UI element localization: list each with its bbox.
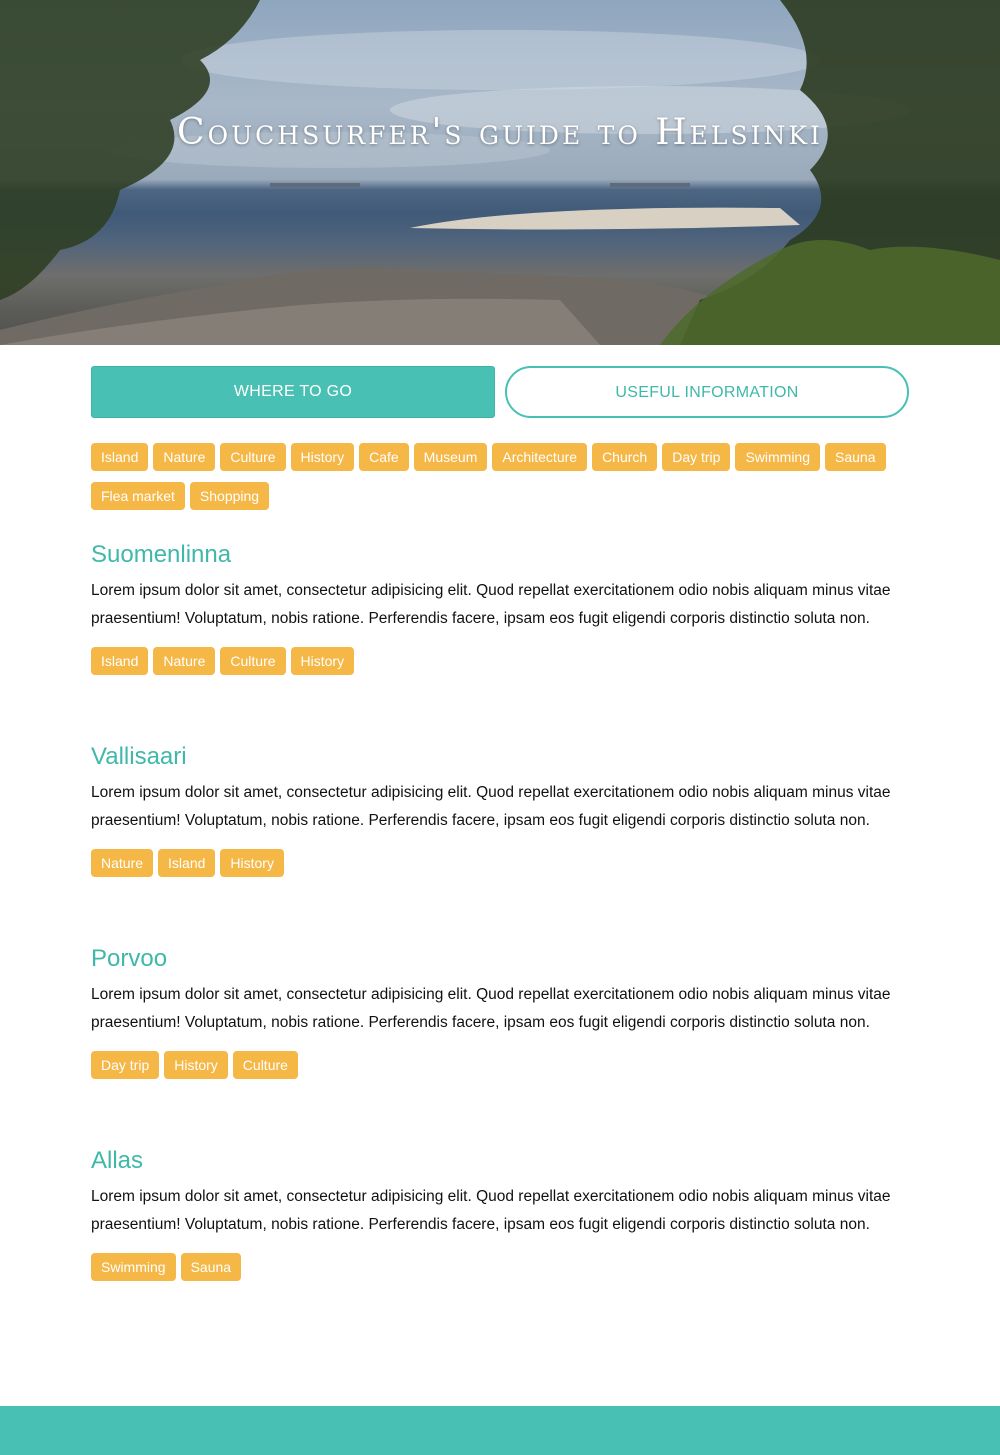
place-tag[interactable]: Day trip xyxy=(91,1051,160,1079)
filter-tag-shopping[interactable]: Shopping xyxy=(189,482,270,510)
place-tag[interactable]: History xyxy=(220,849,284,877)
filter-tag-cafe[interactable]: Cafe xyxy=(359,443,409,471)
place-title: Vallisaari xyxy=(91,743,187,770)
filter-tag-island[interactable]: Island xyxy=(91,443,149,471)
filter-tag-culture[interactable]: Culture xyxy=(220,443,286,471)
place-title: Porvoo xyxy=(91,945,168,972)
place-tag[interactable]: Island xyxy=(91,647,149,675)
filter-tag-nature[interactable]: Nature xyxy=(153,443,216,471)
place-card: Allas Lorem ipsum dolor sit amet, consec… xyxy=(91,1145,911,1292)
place-description: Lorem ipsum dolor sit amet, consectetur … xyxy=(91,1188,891,1233)
place-tag[interactable]: Culture xyxy=(220,647,286,675)
place-tag-list: Swimming Sauna xyxy=(91,1253,911,1292)
place-tag[interactable]: Culture xyxy=(232,1051,298,1079)
tab-bar: WHERE TO GO USEFUL INFORMATION xyxy=(91,366,909,418)
filter-tag-sauna[interactable]: Sauna xyxy=(825,443,886,471)
place-tag[interactable]: History xyxy=(164,1051,228,1079)
filter-tag-swimming[interactable]: Swimming xyxy=(735,443,821,471)
place-tag-list: Nature Island History xyxy=(91,849,911,888)
place-description: Lorem ipsum dolor sit amet, consectetur … xyxy=(91,582,891,627)
place-card: Vallisaari Lorem ipsum dolor sit amet, c… xyxy=(91,741,911,888)
filter-tag-flea-market[interactable]: Flea market xyxy=(91,482,185,510)
filter-tag-day-trip[interactable]: Day trip xyxy=(662,443,731,471)
filter-tag-architecture[interactable]: Architecture xyxy=(492,443,588,471)
place-description: Lorem ipsum dolor sit amet, consectetur … xyxy=(91,784,891,829)
filter-tag-museum[interactable]: Museum xyxy=(413,443,488,471)
footer-bar xyxy=(0,1406,1000,1455)
place-card: Suomenlinna Lorem ipsum dolor sit amet, … xyxy=(91,539,911,686)
place-tag[interactable]: Island xyxy=(158,849,216,877)
filter-tag-list: Island Nature Culture History Cafe Museum Arch… xyxy=(91,443,911,521)
place-tag-list: Day trip History Culture xyxy=(91,1051,911,1090)
place-tag[interactable]: Swimming xyxy=(91,1253,176,1281)
place-title: Suomenlinna xyxy=(91,541,232,568)
place-tag[interactable]: History xyxy=(290,647,355,675)
page-title: Couchsurfer's guide to Helsinki xyxy=(177,112,823,153)
place-description: Lorem ipsum dolor sit amet, consectetur … xyxy=(91,986,891,1031)
place-title: Allas xyxy=(91,1147,144,1174)
filter-tag-history[interactable]: History xyxy=(290,443,355,471)
place-tag[interactable]: Nature xyxy=(91,849,154,877)
hero-banner: Couchsurfer's guide to Helsinki xyxy=(0,0,1000,345)
filter-tag-church[interactable]: Church xyxy=(592,443,658,471)
place-tag[interactable]: Nature xyxy=(153,647,216,675)
tab-useful-information[interactable]: USEFUL INFORMATION xyxy=(505,366,909,418)
place-tag[interactable]: Sauna xyxy=(180,1253,242,1281)
tab-where-to-go[interactable]: WHERE TO GO xyxy=(91,366,495,418)
place-card: Porvoo Lorem ipsum dolor sit amet, conse… xyxy=(91,943,911,1090)
place-tag-list: Island Nature Culture History xyxy=(91,647,911,686)
hero-background-image xyxy=(0,0,1000,345)
